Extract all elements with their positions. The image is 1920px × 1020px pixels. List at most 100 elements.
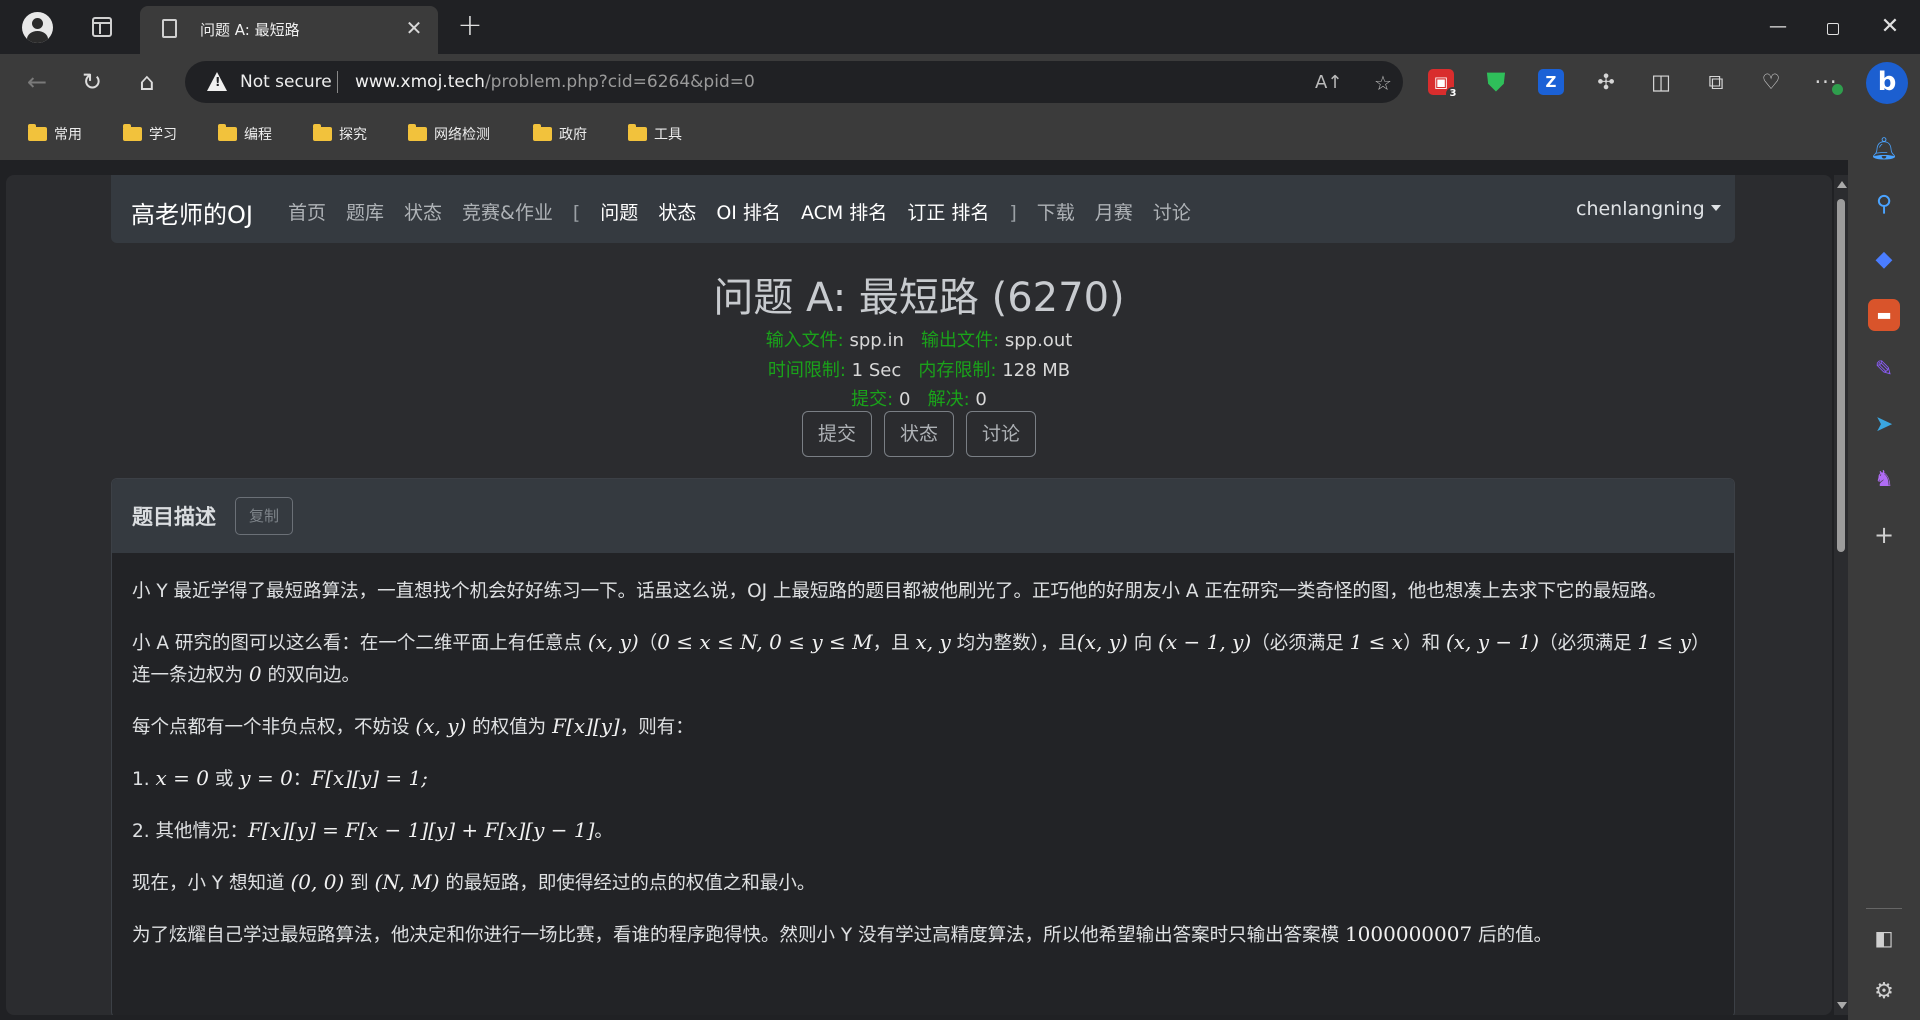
page-scrollbar[interactable] [1834, 175, 1848, 1015]
nav-download[interactable]: 下载 [1037, 202, 1075, 224]
scroll-up-arrow-icon[interactable] [1837, 181, 1847, 188]
browser-tab-active[interactable]: 问题 A: 最短路 ✕ [140, 6, 438, 54]
status-button[interactable]: 状态 [883, 411, 954, 457]
address-bar[interactable]: Not secure www.xmoj.tech/problem.php?cid… [185, 61, 1403, 103]
folder-icon [313, 124, 332, 141]
folder-icon [533, 124, 552, 141]
description-paragraph: 小 A 研究的图可以这么看：在一个二维平面上有任意点 (x, y)（0 ≤ x … [132, 630, 1710, 686]
description-card: 题目描述 复制 小 Y 最近学得了最短路算法，一直想找个机会好好练习一下。话虽这… [111, 478, 1735, 1015]
site-nav-links: 首页 题库 状态 竞赛&作业[问题 状态 OI 排名 ACM 排名 订正 排名] 下载 月赛 讨论 [288, 198, 1211, 225]
nav-contest-status[interactable]: 状态 [658, 202, 696, 224]
window-minimize-button[interactable]: — [1763, 12, 1793, 42]
bookmark-folder[interactable]: 学习 [123, 123, 177, 147]
math-expression: (x, y) [415, 714, 467, 738]
tools-briefcase-icon[interactable]: ▬ [1868, 299, 1900, 331]
reload-button[interactable]: ↻ [75, 65, 109, 99]
nav-monthly[interactable]: 月赛 [1095, 202, 1133, 224]
math-expression: (x, y) [1076, 630, 1128, 654]
submit-count-label: 提交: [851, 389, 894, 410]
sidebar-toggle-icon[interactable]: ◧ [1868, 922, 1900, 954]
bing-copilot-icon[interactable]: b [1866, 62, 1908, 104]
home-button[interactable]: ⌂ [130, 65, 164, 99]
tab-close-icon[interactable]: ✕ [402, 16, 426, 40]
scroll-down-arrow-icon[interactable] [1837, 1002, 1847, 1009]
math-expression: y = 0 [239, 766, 293, 790]
read-aloud-icon[interactable]: A↑ [1315, 70, 1342, 96]
math-expression: (x, y) [587, 630, 639, 654]
compose-icon[interactable]: ✎ [1868, 354, 1900, 386]
nav-oi-rank[interactable]: OI 排名 [716, 202, 781, 224]
address-separator [337, 71, 338, 93]
window-close-button[interactable]: ✕ [1875, 12, 1905, 42]
copy-button[interactable]: 复制 [235, 497, 293, 535]
notification-bell-icon[interactable]: 🔔︎ [1868, 134, 1900, 166]
problem-action-buttons: 提交 状态 讨论 [6, 411, 1832, 457]
bookmark-folder[interactable]: 探究 [313, 123, 367, 147]
caret-down-icon [1710, 205, 1721, 211]
extension-red-icon[interactable]: ▣ 3 [1428, 69, 1460, 101]
description-paragraph: 2. 其他情况：F[x][y] = F[x − 1][y] + F[x][y −… [132, 818, 613, 842]
description-body: 小 Y 最近学得了最短路算法，一直想找个机会好好练习一下。话虽这么说，OJ 上最… [132, 577, 1716, 971]
favorite-star-icon[interactable]: ☆ [1370, 70, 1396, 96]
submit-button[interactable]: 提交 [801, 411, 872, 457]
nav-correction-rank[interactable]: 订正 排名 [907, 202, 989, 224]
math-expression: F[x][y] = 1; [311, 766, 428, 790]
bookmark-folder[interactable]: 网络检测 [408, 123, 490, 147]
settings-gear-icon[interactable]: ⚙ [1868, 976, 1900, 1008]
nav-discuss[interactable]: 讨论 [1153, 202, 1191, 224]
time-limit-label: 时间限制: [767, 360, 846, 381]
nav-acm-rank[interactable]: ACM 排名 [801, 202, 887, 224]
bookmark-folder[interactable]: 政府 [533, 123, 587, 147]
description-paragraph: 1. x = 0 或 y = 0：F[x][y] = 1; [132, 766, 428, 790]
description-paragraph: 现在，小 Y 想知道 (0, 0) 到 (N, M) 的最短路，即使得经过的点的… [132, 870, 816, 894]
profile-avatar-icon[interactable] [22, 12, 53, 43]
send-icon[interactable]: ➤ [1868, 409, 1900, 441]
nav-contest-problem[interactable]: 问题 [600, 202, 638, 224]
tab-title: 问题 A: 最短路 [200, 21, 300, 39]
nav-home[interactable]: 首页 [288, 202, 326, 224]
input-file-value: spp.in [849, 330, 904, 351]
folder-icon [123, 124, 142, 141]
url-text[interactable]: www.xmoj.tech/problem.php?cid=6264&pid=0 [355, 72, 755, 92]
extensions-puzzle-icon[interactable]: ✣ [1591, 67, 1621, 97]
new-tab-button[interactable]: + [455, 11, 485, 42]
browser-titlebar: 问题 A: 最短路 ✕ + — ✕ [0, 0, 1920, 54]
submit-count-value: 0 [898, 389, 911, 410]
extension-z-icon[interactable]: Z [1538, 69, 1564, 95]
back-button[interactable]: ← [20, 65, 54, 99]
sidebar-divider [1866, 908, 1902, 909]
user-dropdown[interactable]: chenlangning [1576, 198, 1721, 220]
discuss-button[interactable]: 讨论 [966, 411, 1037, 457]
window-maximize-button[interactable] [1818, 12, 1848, 42]
split-screen-icon[interactable]: ◫ [1646, 67, 1676, 97]
math-expression: 1 ≤ y [1637, 630, 1691, 654]
tab-actions-icon[interactable] [92, 17, 112, 37]
games-icon[interactable]: ♞ [1868, 464, 1900, 496]
solved-count-value: 0 [975, 389, 987, 410]
math-expression: 1 ≤ x [1349, 630, 1404, 654]
bookmark-folder[interactable]: 常用 [28, 123, 82, 147]
nav-status[interactable]: 状态 [404, 202, 442, 224]
scroll-thumb[interactable] [1837, 199, 1845, 552]
search-icon[interactable]: ⚲ [1868, 189, 1900, 221]
bookmark-folder[interactable]: 工具 [628, 123, 682, 147]
site-brand[interactable]: 高老师的OJ [131, 195, 253, 230]
collections-icon[interactable]: ⧉ [1701, 67, 1731, 97]
nav-problemset[interactable]: 题库 [346, 202, 384, 224]
math-expression: (N, M) [374, 870, 440, 894]
performance-icon[interactable]: ♡ [1756, 67, 1786, 97]
more-menu-icon[interactable]: ··· [1811, 67, 1843, 97]
description-paragraph: 每个点都有一个非负点权，不妨设 (x, y) 的权值为 F[x][y]，则有： [132, 714, 694, 738]
add-sidebar-app-icon[interactable]: + [1868, 519, 1900, 551]
nav-contest[interactable]: 竞赛&作业 [462, 202, 553, 224]
file-info: 输入文件: spp.in 输出文件: spp.out [6, 326, 1832, 352]
math-expression: (x, y − 1) [1445, 630, 1540, 654]
extension-shield-icon[interactable]: ⛊ [1483, 69, 1509, 95]
site-navbar: 高老师的OJ 首页 题库 状态 竞赛&作业[问题 状态 OI 排名 ACM 排名 订正 排名]… [111, 175, 1735, 243]
math-expression: x, y [915, 630, 951, 654]
description-card-header: 题目描述 复制 [112, 479, 1734, 553]
nav-bracket-open: [ [572, 202, 581, 224]
security-label[interactable]: Not secure [240, 72, 332, 92]
shopping-tag-icon[interactable]: ◆ [1868, 244, 1900, 276]
bookmark-folder[interactable]: 编程 [218, 123, 272, 147]
